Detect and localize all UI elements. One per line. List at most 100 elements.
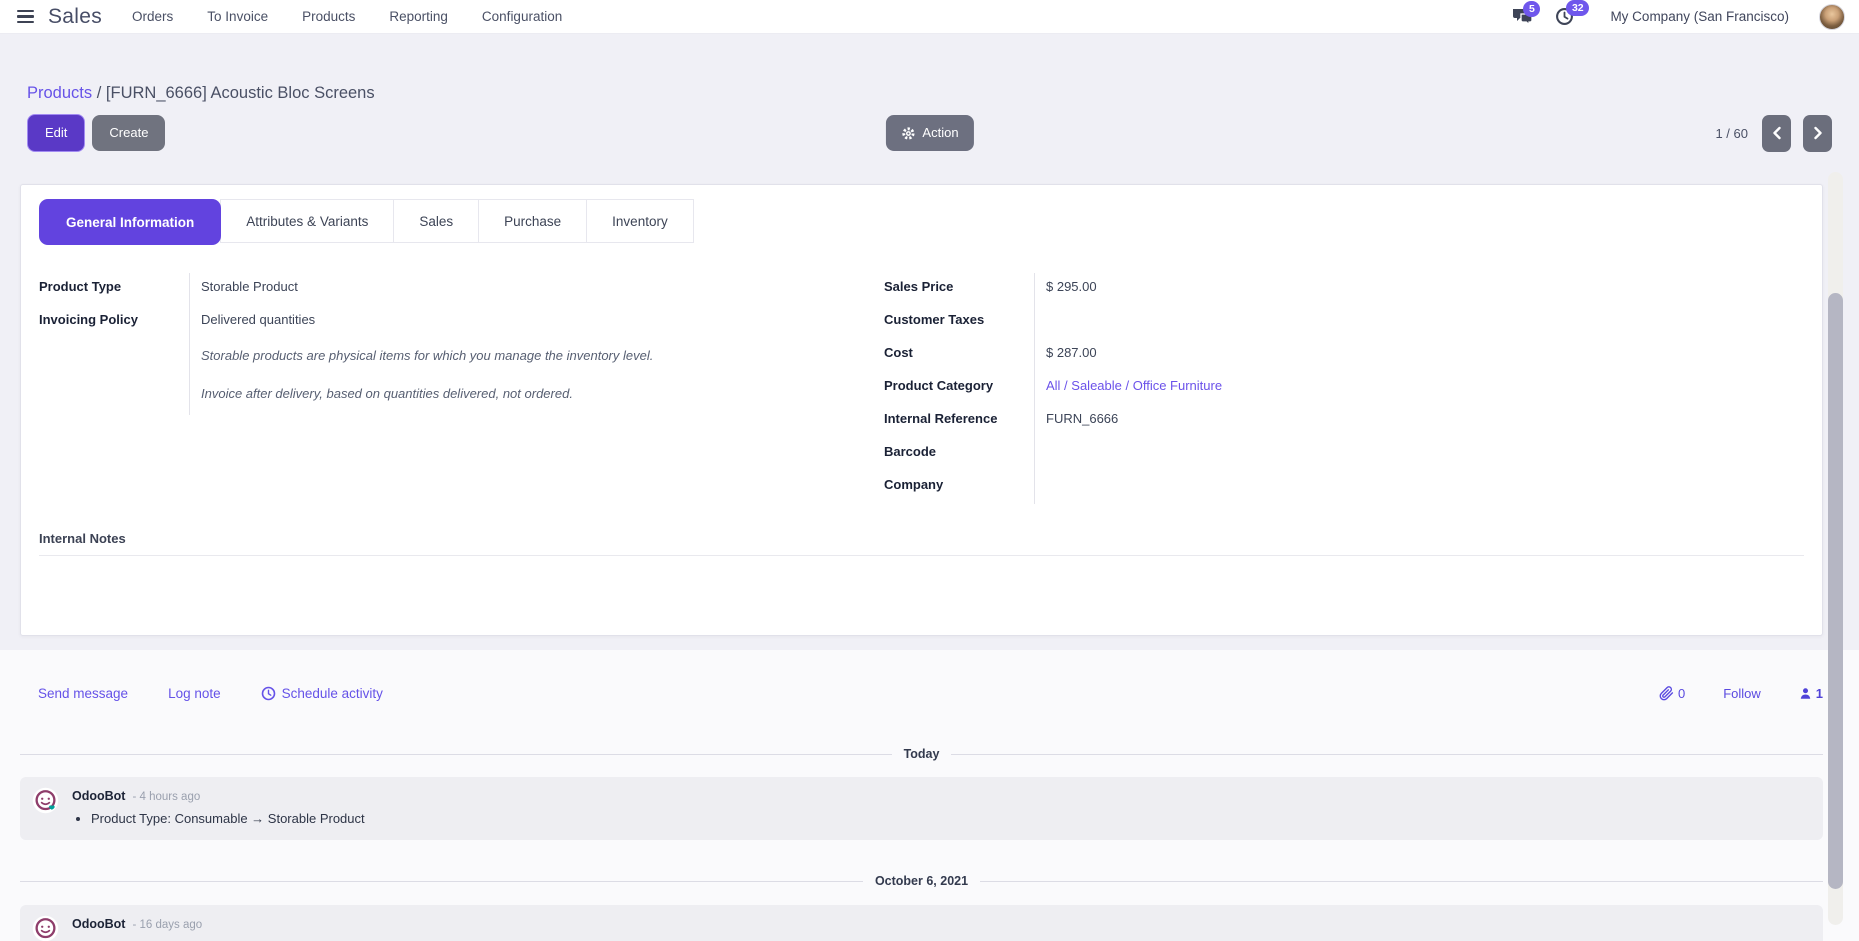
chevron-left-icon <box>1772 126 1782 140</box>
vertical-scrollbar-thumb[interactable] <box>1828 293 1843 889</box>
tab-general-information[interactable]: General Information <box>39 199 221 245</box>
activities-tray-button[interactable]: 32 <box>1555 7 1574 26</box>
field-internal-reference: Internal Reference FURN_6666 <box>884 405 1804 438</box>
field-invoicing-policy: Invoicing Policy Delivered quantities <box>39 306 884 339</box>
breadcrumb-products-link[interactable]: Products <box>27 84 92 102</box>
menu-reporting[interactable]: Reporting <box>389 9 448 24</box>
field-label: Internal Reference <box>884 405 1034 426</box>
pager: 1 / 60 <box>1715 115 1832 152</box>
messages-tray-button[interactable]: 5 <box>1512 8 1533 25</box>
product-type-help-text: Storable products are physical items for… <box>189 339 884 377</box>
followers-button[interactable]: 1 <box>1799 686 1823 701</box>
tab-purchase[interactable]: Purchase <box>478 199 587 243</box>
gear-icon <box>900 126 915 141</box>
field-label: Invoicing Policy <box>39 306 189 327</box>
field-label: Sales Price <box>884 273 1034 294</box>
edit-button[interactable]: Edit <box>27 114 85 152</box>
field-sales-price: Sales Price $ 295.00 <box>884 273 1804 306</box>
field-value <box>1034 471 1804 504</box>
breadcrumb-separator: / <box>97 84 102 102</box>
main-menu: Orders To Invoice Products Reporting Con… <box>132 9 562 24</box>
person-icon <box>1799 687 1812 700</box>
tab-attributes-variants[interactable]: Attributes & Variants <box>220 199 394 243</box>
attachments-count: 0 <box>1678 686 1685 701</box>
apps-menu-icon[interactable] <box>10 4 40 30</box>
pager-next-button[interactable] <box>1803 115 1832 152</box>
field-label: Company <box>884 471 1034 492</box>
control-panel: Products / [FURN_6666] Acoustic Bloc Scr… <box>0 34 1859 152</box>
field-customer-taxes: Customer Taxes <box>884 306 1804 339</box>
form-right-column: Sales Price $ 295.00 Customer Taxes Cost… <box>884 273 1804 504</box>
field-label: Product Category <box>884 372 1034 393</box>
paperclip-icon <box>1659 686 1674 701</box>
date-divider-today: Today <box>20 747 1823 761</box>
message-card: OdooBot - 4 hours ago Product Type: Cons… <box>20 777 1823 840</box>
action-button-label: Action <box>922 124 958 142</box>
help-text-row: Storable products are physical items for… <box>39 339 884 377</box>
date-divider-label: October 6, 2021 <box>875 874 968 888</box>
message-body: Product Type: Consumable → Storable Prod… <box>72 811 365 826</box>
pager-previous-button[interactable] <box>1762 115 1791 152</box>
message-content: OdooBot - 4 hours ago Product Type: Cons… <box>72 787 365 826</box>
company-switcher[interactable]: My Company (San Francisco) <box>1610 9 1789 24</box>
log-note-button[interactable]: Log note <box>168 686 221 701</box>
field-cost: Cost $ 287.00 <box>884 339 1804 372</box>
field-label: Cost <box>884 339 1034 360</box>
field-value: $ 287.00 <box>1034 339 1804 372</box>
tab-inventory[interactable]: Inventory <box>586 199 694 243</box>
field-company: Company <box>884 471 1804 504</box>
vertical-scrollbar-track[interactable] <box>1828 172 1843 925</box>
menu-orders[interactable]: Orders <box>132 9 173 24</box>
tab-sales[interactable]: Sales <box>393 199 479 243</box>
action-button[interactable]: Action <box>885 115 973 151</box>
breadcrumb-current: [FURN_6666] Acoustic Bloc Screens <box>106 84 375 102</box>
attachments-button[interactable]: 0 <box>1659 686 1685 701</box>
message-timestamp: - 4 hours ago <box>132 791 200 803</box>
user-avatar[interactable] <box>1819 4 1845 30</box>
message-author[interactable]: OdooBot <box>72 917 125 931</box>
chatter: Send message Log note Schedule activity … <box>0 650 1859 941</box>
chatter-meta: 0 Follow 1 <box>1659 686 1823 701</box>
help-text-row: Invoice after delivery, based on quantit… <box>39 377 884 415</box>
tracking-value: Product Type: Consumable → Storable Prod… <box>91 811 365 826</box>
message-author[interactable]: OdooBot <box>72 789 125 803</box>
top-navbar: Sales Orders To Invoice Products Reporti… <box>0 0 1859 34</box>
internal-notes-label: Internal Notes <box>39 531 1804 546</box>
field-label: Barcode <box>884 438 1034 459</box>
general-information-panel: Product Type Storable Product Invoicing … <box>39 273 1804 504</box>
product-category-link[interactable]: All / Saleable / Office Furniture <box>1034 372 1804 405</box>
send-message-button[interactable]: Send message <box>38 686 128 701</box>
message-card: OdooBot - 16 days ago Product Template c… <box>20 905 1823 941</box>
field-barcode: Barcode <box>884 438 1804 471</box>
field-label: Customer Taxes <box>884 306 1034 327</box>
schedule-clock-icon <box>261 686 276 701</box>
date-divider-label: Today <box>904 747 940 761</box>
create-button[interactable]: Create <box>92 115 165 151</box>
message-content: OdooBot - 16 days ago Product Template c… <box>72 915 220 941</box>
menu-to-invoice[interactable]: To Invoice <box>207 9 268 24</box>
field-product-category: Product Category All / Saleable / Office… <box>884 372 1804 405</box>
field-value: Delivered quantities <box>189 306 884 339</box>
date-divider-october: October 6, 2021 <box>20 874 1823 888</box>
field-label: Product Type <box>39 273 189 294</box>
chatter-topbar: Send message Log note Schedule activity … <box>20 686 1823 701</box>
schedule-activity-label: Schedule activity <box>282 686 383 701</box>
odoobot-avatar <box>32 915 59 941</box>
systray: 5 32 My Company (San Francisco) <box>1512 4 1849 30</box>
field-value: Storable Product <box>189 273 884 306</box>
messages-badge: 5 <box>1523 1 1540 17</box>
follow-button[interactable]: Follow <box>1723 686 1761 701</box>
followers-count: 1 <box>1816 686 1823 701</box>
menu-products[interactable]: Products <box>302 9 355 24</box>
menu-configuration[interactable]: Configuration <box>482 9 562 24</box>
field-value <box>1034 306 1804 339</box>
internal-notes-divider <box>39 555 1804 556</box>
notebook-tabs: General Information Attributes & Variant… <box>39 199 1804 245</box>
hamburger-icon <box>17 10 34 23</box>
schedule-activity-button[interactable]: Schedule activity <box>261 686 383 701</box>
app-title[interactable]: Sales <box>48 5 102 29</box>
chevron-right-icon <box>1813 126 1823 140</box>
field-value: $ 295.00 <box>1034 273 1804 306</box>
form-sheet: General Information Attributes & Variant… <box>20 184 1823 636</box>
control-panel-buttons: Edit Create Action 1 / 60 <box>27 114 1832 152</box>
